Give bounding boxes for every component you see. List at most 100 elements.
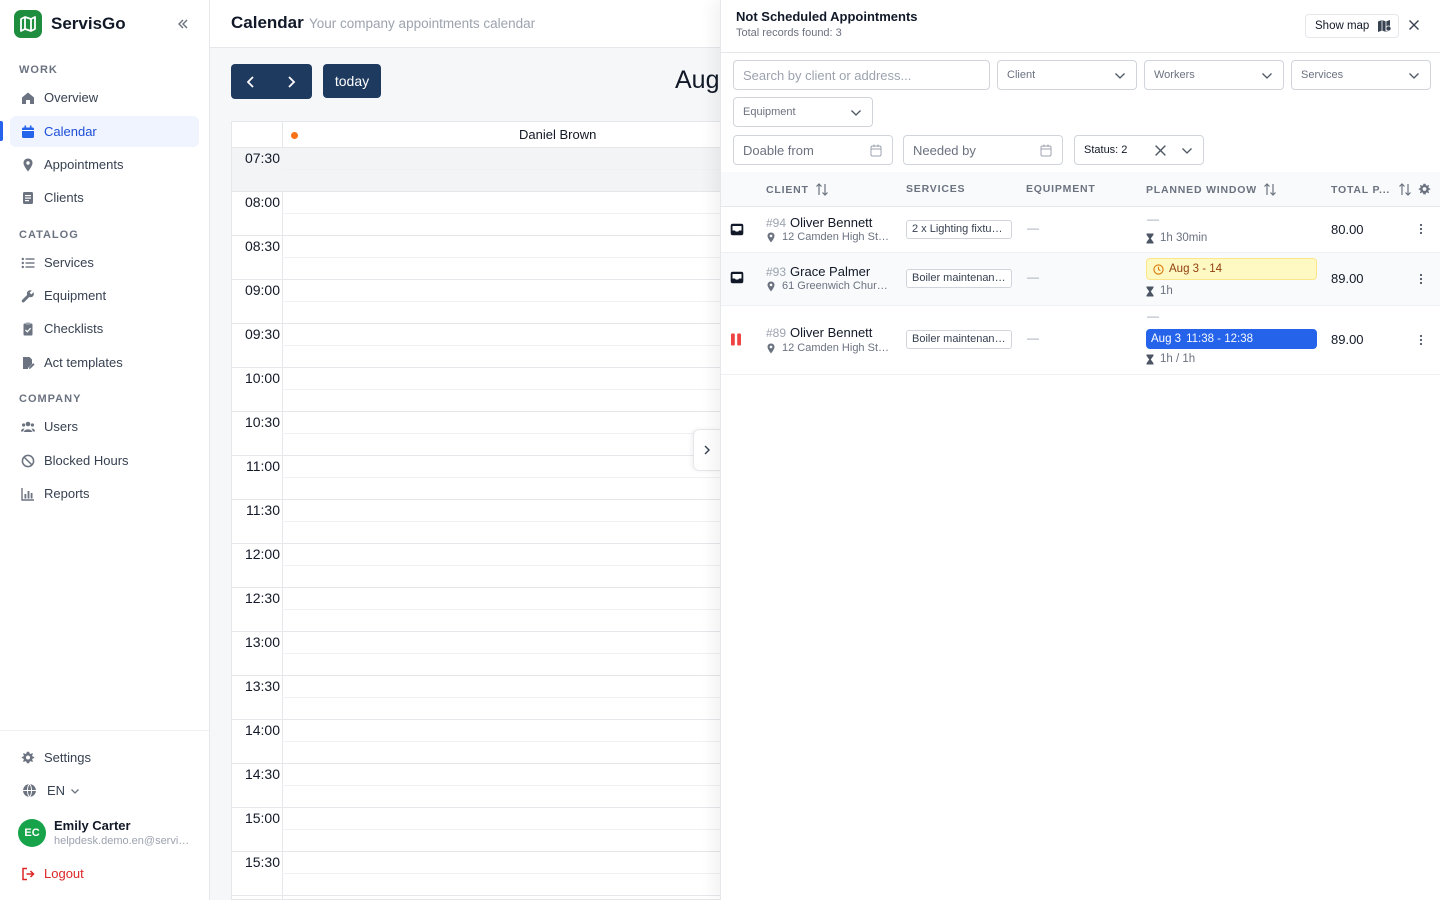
time-slots: 07:30 08:00 08:30 09:00 09:30 10:00 10:30 11:00… xyxy=(232,148,732,896)
hour-label: 09:30 xyxy=(244,326,280,342)
sidebar-item-reports[interactable]: Reports xyxy=(10,478,199,509)
next-button[interactable] xyxy=(271,64,311,99)
time-slot-row[interactable]: 09:00 xyxy=(232,280,732,324)
client-name-link[interactable]: Oliver Bennett xyxy=(790,215,872,230)
logout-button[interactable]: Logout xyxy=(10,858,199,889)
sort-icon xyxy=(1264,183,1276,196)
prev-button[interactable] xyxy=(231,64,271,99)
total-price: 89.00 xyxy=(1331,271,1364,286)
logout-icon xyxy=(20,866,35,881)
sidebar-item-act-templates[interactable]: Act templates xyxy=(10,347,199,378)
planned-window-empty: — xyxy=(1147,212,1159,226)
clear-icon[interactable] xyxy=(1154,144,1167,157)
time-slot-row[interactable]: 12:00 xyxy=(232,544,732,588)
language-selector[interactable]: EN xyxy=(22,783,81,798)
workers-filter[interactable]: Workers xyxy=(1144,60,1284,90)
collapse-sidebar-icon[interactable] xyxy=(174,15,192,33)
workers-filter-label: Workers xyxy=(1154,69,1195,81)
table-row[interactable]: #89 Oliver Bennett 12 Camden High Street … xyxy=(721,306,1440,375)
time-slot-row[interactable]: 14:00 xyxy=(232,720,732,764)
sidebar-item-checklists[interactable]: Checklists xyxy=(10,313,199,344)
column-settings-icon[interactable] xyxy=(1418,183,1431,196)
client-name-link[interactable]: Oliver Bennett xyxy=(790,325,872,340)
sidebar-item-clients[interactable]: Clients xyxy=(10,182,199,213)
column-client[interactable]: CLIENT xyxy=(766,183,829,196)
client-filter-label: Client xyxy=(1007,69,1036,81)
time-slot-row[interactable]: 13:30 xyxy=(232,676,732,720)
time-slot-row[interactable]: 11:00 xyxy=(232,456,732,500)
chevron-down-icon xyxy=(1182,148,1192,154)
time-slot-row[interactable]: 13:00 xyxy=(232,632,732,676)
sidebar-item-overview[interactable]: Overview xyxy=(10,82,199,113)
sidebar-item-appointments[interactable]: Appointments xyxy=(10,149,199,180)
needed-by-field[interactable]: Needed by xyxy=(903,135,1063,165)
time-slot-row[interactable]: 09:30 xyxy=(232,324,732,368)
time-slot-row[interactable]: 10:30 xyxy=(232,412,732,456)
show-map-button[interactable]: Show map xyxy=(1305,14,1399,38)
planned-window-badge: Aug 3 - 14 xyxy=(1146,258,1317,280)
time-slot-row[interactable]: 08:00 xyxy=(232,192,732,236)
column-services: SERVICES xyxy=(906,183,966,195)
sidebar-item-users[interactable]: Users xyxy=(10,411,199,442)
column-equipment: EQUIPMENT xyxy=(1026,183,1096,195)
status-filter[interactable]: Status: 2 xyxy=(1074,135,1204,165)
time-slot-row[interactable]: 10:00 xyxy=(232,368,732,412)
client-filter[interactable]: Client xyxy=(997,60,1137,90)
time-slot-row[interactable]: 14:30 xyxy=(232,764,732,808)
hour-label: 13:30 xyxy=(244,678,280,694)
time-slot-row[interactable]: 15:30 xyxy=(232,852,732,896)
total-price: 80.00 xyxy=(1331,222,1364,237)
user-profile[interactable]: EC Emily Carter helpdesk.demo.en@servisg… xyxy=(18,818,190,847)
search-input[interactable]: Search by client or address... xyxy=(733,60,990,90)
services-filter[interactable]: Services xyxy=(1291,60,1431,90)
sidebar-item-services[interactable]: Services xyxy=(10,247,199,278)
sidebar-item-equipment[interactable]: Equipment xyxy=(10,280,199,311)
calendar-icon xyxy=(870,144,882,157)
address-text: 12 Camden High Street xyxy=(782,231,892,243)
servisgo-logo-icon xyxy=(14,10,42,38)
scheduled-slot-badge[interactable]: Aug 3 11:38 - 12:38 xyxy=(1146,329,1317,349)
doable-from-placeholder: Doable from xyxy=(743,142,814,158)
sidebar-item-blocked-hours[interactable]: Blocked Hours xyxy=(10,445,199,476)
hour-label: 15:00 xyxy=(244,810,280,826)
expand-drawer-button[interactable] xyxy=(693,429,721,471)
close-drawer-button[interactable] xyxy=(1405,16,1423,34)
row-menu-icon[interactable] xyxy=(1419,334,1423,346)
planned-window-text: Aug 3 - 14 xyxy=(1169,263,1223,275)
column-planned-window[interactable]: PLANNED WINDOW xyxy=(1146,183,1277,196)
table-row[interactable]: #93Grace Palmer 61 Greenwich Church Stre… xyxy=(721,253,1440,306)
client-name-link[interactable]: Grace Palmer xyxy=(790,264,870,279)
row-menu-icon[interactable] xyxy=(1419,223,1423,235)
duration: 1h 30min xyxy=(1146,232,1207,244)
map-pin-icon xyxy=(767,281,775,291)
wrench-icon xyxy=(20,288,35,303)
resource-color-dot xyxy=(291,132,298,139)
time-slot-row[interactable]: 15:00 xyxy=(232,808,732,852)
calendar-nav-group xyxy=(231,64,312,99)
time-slot-row[interactable]: 07:30 xyxy=(232,148,732,192)
sidebar-item-calendar[interactable]: Calendar xyxy=(10,116,199,147)
today-button[interactable]: today xyxy=(323,64,381,98)
sidebar-item-label: Equipment xyxy=(44,288,107,303)
doable-from-field[interactable]: Doable from xyxy=(733,135,893,165)
not-scheduled-drawer: Not Scheduled Appointments Total records… xyxy=(720,0,1440,900)
map-pin-icon xyxy=(767,343,775,353)
month-label: Aug xyxy=(675,66,720,94)
table-row[interactable]: #94 Oliver Bennett 12 Camden High Street … xyxy=(721,207,1440,253)
time-slot-row[interactable]: 11:30 xyxy=(232,500,732,544)
chevron-down-icon xyxy=(1409,73,1419,79)
column-total[interactable]: TOTAL P... xyxy=(1331,183,1412,196)
equipment-filter[interactable]: Equipment xyxy=(733,97,873,127)
map-pin-icon xyxy=(20,157,35,172)
map-pin-icon xyxy=(767,232,775,242)
hour-label: 11:00 xyxy=(246,458,280,474)
row-menu-icon[interactable] xyxy=(1419,273,1423,285)
time-slot-row[interactable]: 08:30 xyxy=(232,236,732,280)
sidebar-item-settings[interactable]: Settings xyxy=(10,742,199,773)
time-slot-row[interactable]: 12:30 xyxy=(232,588,732,632)
page-title: Calendar xyxy=(231,13,304,32)
column-total-label: TOTAL P... xyxy=(1331,183,1391,196)
column-planned-window-label: PLANNED WINDOW xyxy=(1146,183,1257,196)
brand[interactable]: ServisGo xyxy=(14,10,196,38)
globe-icon xyxy=(23,783,36,798)
